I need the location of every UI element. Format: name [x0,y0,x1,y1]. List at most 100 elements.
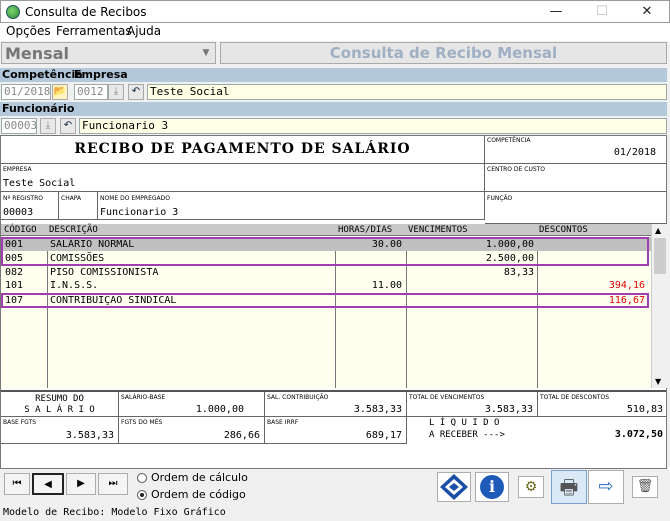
last-record-button[interactable]: ⏭ [98,473,128,495]
vertical-scrollbar[interactable]: ▲ ▼ [651,224,667,388]
status-text: Modelo de Recibo: Modelo Fixo Gráfico [3,507,226,518]
next-record-button[interactable]: ▶ [66,473,96,495]
diamond-logo-icon [440,474,468,500]
chapa-cell: CHAPA [59,192,98,220]
competencia-cell-label: COMPETÊNCIA [487,137,531,144]
undo-icon[interactable]: ↶ [128,84,144,100]
scroll-thumb[interactable] [654,238,666,274]
menu-ajuda[interactable]: Ajuda [127,24,161,38]
prev-record-button[interactable]: ◀ [32,473,64,495]
title-bar: Consulta de Recibos — ☐ ✕ [0,0,670,23]
centro-custo-cell: CENTRO DE CUSTO [485,164,666,192]
page-title: Consulta de Recibo Mensal [329,44,558,62]
base-irrf-value: 689,17 [365,430,402,441]
salario-base-cell: SALÁRIO-BASE 1.000,00 [119,392,265,417]
col-horas: HORAS/DIAS [338,225,393,235]
total-venc-cell: TOTAL DE VENCIMENTOS 3.583,33 [407,392,538,417]
liquido-value: 3.072,50 [614,429,663,440]
empresa-label: Empresa [74,68,128,81]
folder-open-icon[interactable]: 📂 [52,84,68,100]
receipt-panel: RECIBO DE PAGAMENTO DE SALÁRIO COMPETÊNC… [0,135,667,469]
table-body[interactable]: 001 SALÁRIO NORMAL 30.00 1.000,00 005 CO… [1,237,651,388]
order-codigo-label[interactable]: Ordem de código [151,488,246,501]
print-button[interactable]: 🖶 [551,470,587,504]
fgts-mes-cell: FGTS DO MÊS 286,66 [119,417,265,444]
window-title: Consulta de Recibos [25,5,147,19]
minimize-button[interactable]: — [533,1,579,23]
close-button[interactable]: ✕ [624,1,670,23]
centro-custo-label: CENTRO DE CUSTO [487,166,546,173]
gear-icon: ⚙ [524,479,538,495]
summary-block: RESUMO DO S A L Á R I O SALÁRIO-BASE 1.0… [1,390,666,445]
total-venc-value: 3.583,33 [484,404,533,415]
order-calculo-label[interactable]: Ordem de cálculo [151,471,248,484]
salario-base-label: SALÁRIO-BASE [121,394,166,401]
status-bar: Modelo de Recibo: Modelo Fixo Gráfico [0,506,670,521]
chapa-label: CHAPA [61,195,82,202]
mode-select[interactable]: Mensal ▼ [1,42,216,64]
row-horas: 11.00 [371,280,402,291]
highlight-box [1,237,649,266]
competencia-empresa-bar: Competência Empresa [0,68,667,82]
table-row[interactable]: 082 PISO COMISSIONISTA 83,33 [2,267,650,279]
base-fgts-cell: BASE FGTS 3.583,33 [1,417,119,444]
total-desc-label: TOTAL DE DESCONTOS [540,394,610,401]
menu-ferramentas[interactable]: Ferramentas [56,24,132,38]
scroll-up-icon[interactable]: ▲ [655,226,661,235]
fgts-mes-value: 286,66 [223,430,260,441]
logo-button[interactable] [437,472,471,502]
sal-contrib-value: 3.583,33 [353,404,402,415]
download-icon[interactable]: ⤓ [108,84,124,100]
funcionario-label: Funcionário [2,102,75,115]
download-icon[interactable]: ⤓ [40,118,56,134]
funcionario-code-field[interactable]: 00003 [1,118,37,134]
first-record-button[interactable]: ⏮ [4,473,30,495]
nome-label: NOME DO EMPREGADO [100,195,170,202]
order-calculo-radio[interactable] [137,473,147,483]
row-code: 082 [5,267,24,278]
competencia-field[interactable]: 01/2018 [1,84,51,100]
row-desc: I.N.S.S. [50,280,99,291]
registro-label: Nº REGISTRO [3,195,43,202]
row-desc-val: 394,16 [608,280,645,291]
chevron-down-icon: ▼ [202,48,210,58]
table-row[interactable]: 101 I.N.S.S. 11.00 394,16 [2,280,650,292]
fgts-mes-label: FGTS DO MÊS [121,419,163,426]
empresa-cell-label: EMPRESA [3,166,32,173]
export-button[interactable]: ⇨ [588,470,624,504]
export-document-icon: ⇨ [598,476,614,497]
app-icon [6,5,20,19]
trash-icon: 🗑 [636,479,654,494]
bottom-toolbar: ⏮ ◀ ▶ ⏭ Ordem de cálculo Ordem de código… [0,470,670,504]
order-codigo-radio[interactable] [137,490,147,500]
page-header: Consulta de Recibo Mensal [220,42,667,64]
col-descontos: DESCONTOS [539,225,588,235]
sal-contrib-label: SAL. CONTRIBUIÇÃO [267,394,329,401]
salario-base-value: 1.000,00 [195,404,244,415]
resumo-line-2: S A L Á R I O [24,405,95,415]
competencia-cell: COMPETÊNCIA 01/2018 [485,136,666,164]
registro-value: 00003 [3,207,34,218]
highlight-box [1,293,649,308]
menu-bar: Opções Ferramentas Ajuda [0,23,670,41]
undo-icon[interactable]: ↶ [60,118,76,134]
registro-cell: Nº REGISTRO 00003 [1,192,59,220]
total-desc-cell: TOTAL DE DESCONTOS 510,83 [538,392,666,417]
menu-opcoes[interactable]: Opções [6,24,51,38]
liquido-line-1: L Í Q U I D O [429,418,500,428]
settings-button[interactable]: ⚙ [518,476,544,498]
info-button[interactable]: i [475,472,509,502]
liquido-cell: L Í Q U I D O A RECEBER ---> 3.072,50 [407,417,666,444]
scroll-down-icon[interactable]: ▼ [655,377,661,386]
base-fgts-label: BASE FGTS [3,419,37,426]
receipt-title: RECIBO DE PAGAMENTO DE SALÁRIO [74,141,411,157]
row-code: 101 [5,280,24,291]
funcao-label: FUNÇÃO [487,195,513,202]
empresa-cell-value: Teste Social [3,178,76,189]
table-header: CÓDIGO DESCRIÇÃO HORAS/DIAS VENCIMENTOS … [1,224,651,236]
empresa-cell: EMPRESA Teste Social [1,164,485,192]
delete-button[interactable]: 🗑 [632,476,658,498]
empresa-code-field[interactable]: 0012 [74,84,108,100]
base-irrf-label: BASE IRRF [267,419,299,426]
maximize-button[interactable]: ☐ [579,1,625,23]
